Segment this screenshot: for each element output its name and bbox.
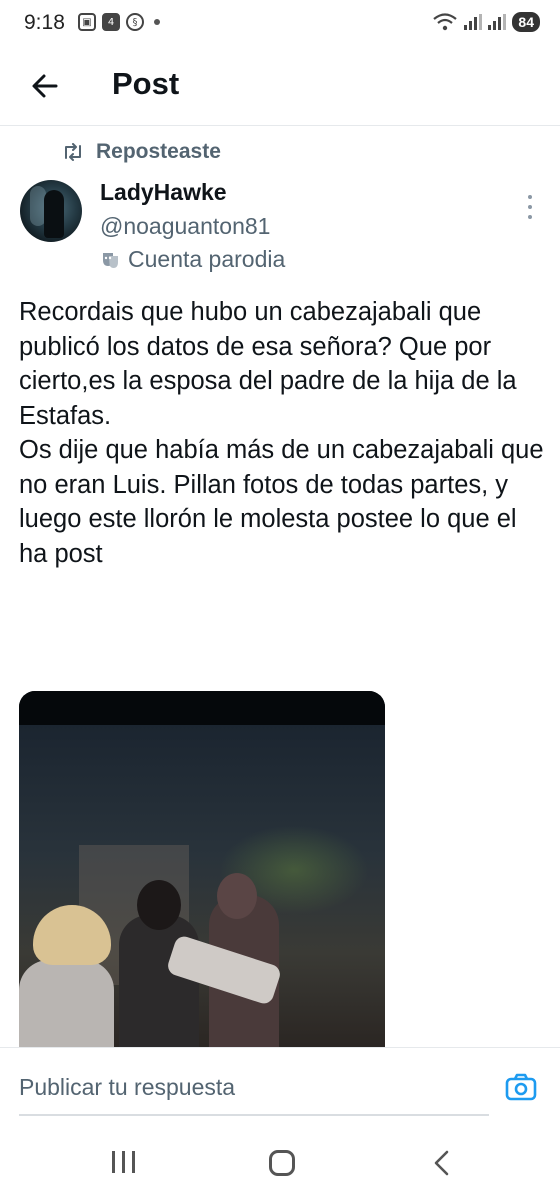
back-button[interactable] (26, 66, 66, 106)
theater-mask-icon (103, 252, 118, 268)
notification-4-icon: 4 (102, 13, 120, 31)
recent-apps-button[interactable] (112, 1151, 135, 1173)
more-options-button[interactable] (522, 192, 538, 222)
arrow-left-icon (32, 74, 58, 98)
screen-record-icon: ▣ (78, 13, 96, 31)
tweet-video[interactable] (19, 691, 385, 1051)
status-bar: 9:18 ▣ 4 § 84 (0, 0, 560, 48)
battery-icon: 84 (512, 12, 540, 32)
signal-icon (488, 14, 507, 30)
chevron-left-icon (434, 1150, 449, 1176)
tweet-paragraph: Recordais que hubo un cabezajabali que p… (19, 298, 517, 430)
repost-label: Reposteaste (96, 140, 221, 163)
camera-icon (505, 1073, 537, 1101)
camera-button[interactable] (504, 1070, 540, 1106)
top-header: Post (0, 48, 560, 126)
cast-icon: § (126, 13, 144, 31)
tweet-paragraph: Os dije que había más de un cabezajabali… (19, 436, 544, 568)
status-time: 9:18 (24, 11, 65, 34)
status-icons-right: 84 (432, 12, 540, 32)
user-display-name[interactable]: LadyHawke (100, 179, 227, 206)
reply-bar: Publicar tu respuesta (0, 1047, 560, 1129)
page-title: Post (112, 66, 180, 101)
tweet-text: Recordais que hubo un cabezajabali que p… (19, 295, 544, 571)
repost-icon (65, 143, 81, 161)
parody-label: Cuenta parodia (128, 246, 286, 272)
status-icons-left: ▣ 4 § (78, 13, 160, 31)
parody-badge: Cuenta parodia (100, 246, 285, 273)
repost-indicator[interactable]: Reposteaste (62, 140, 221, 164)
avatar[interactable] (20, 180, 82, 242)
home-button[interactable] (269, 1150, 295, 1176)
signal-icon (464, 14, 483, 30)
reply-input[interactable]: Publicar tu respuesta (19, 1060, 489, 1116)
user-handle[interactable]: @noaguanton81 (100, 213, 270, 240)
dot-icon (154, 19, 160, 25)
system-back-button[interactable] (428, 1149, 456, 1177)
system-nav-bar (0, 1129, 560, 1200)
wifi-icon (433, 13, 458, 31)
